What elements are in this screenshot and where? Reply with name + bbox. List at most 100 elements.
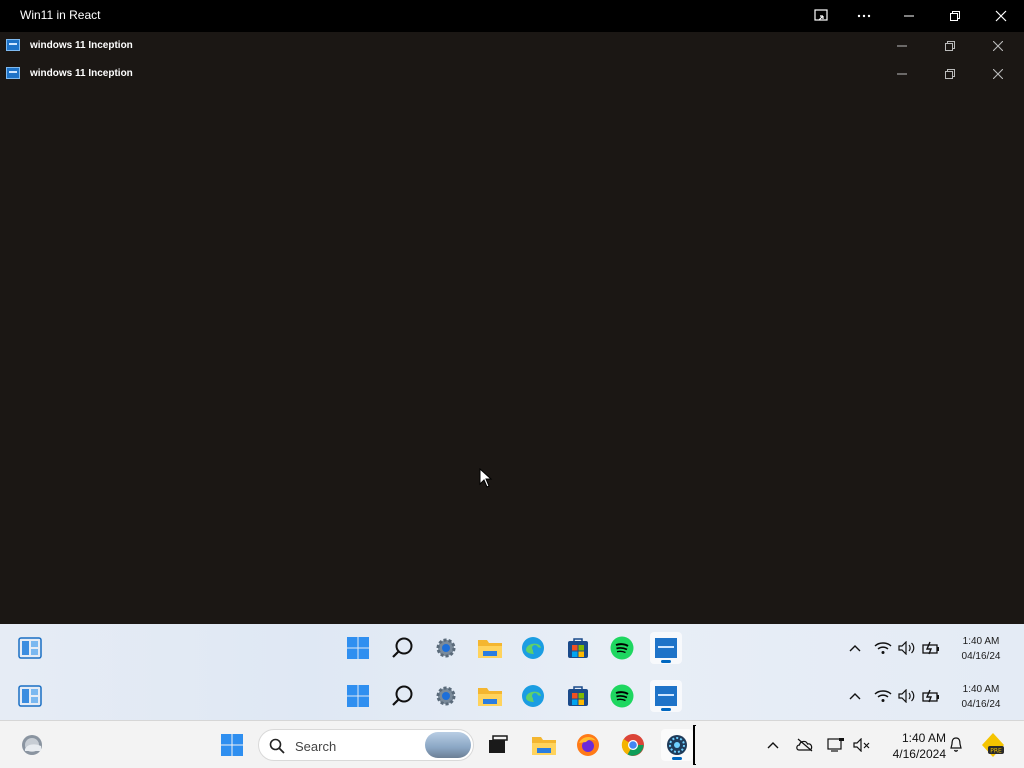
windows-start-icon — [347, 685, 369, 707]
settings-button[interactable] — [430, 680, 462, 712]
taskbar-search-box[interactable]: Search — [258, 729, 474, 761]
onedrive-button[interactable] — [795, 735, 815, 755]
close-button[interactable] — [978, 0, 1024, 32]
file-explorer-button[interactable] — [528, 729, 560, 761]
notifications-button[interactable] — [946, 735, 966, 755]
volume-button[interactable] — [897, 686, 917, 706]
restore-icon — [945, 69, 955, 79]
widgets-icon — [18, 637, 42, 659]
copilot-preview-button[interactable]: PRE — [980, 732, 1006, 758]
spotify-icon — [610, 684, 634, 708]
store-button[interactable] — [562, 632, 594, 664]
desktop-area[interactable] — [0, 88, 1024, 624]
weather-icon — [22, 735, 42, 755]
more-options-button[interactable] — [841, 0, 887, 32]
file-explorer-button[interactable] — [474, 680, 506, 712]
inner-clock[interactable]: 1:40 AM 04/16/24 — [951, 682, 1011, 712]
search-button[interactable] — [387, 632, 419, 664]
minimize-button[interactable] — [886, 0, 932, 32]
spotify-icon — [610, 636, 634, 660]
close-icon — [993, 69, 1003, 79]
inner-restore-button[interactable] — [930, 32, 970, 60]
widgets-button[interactable] — [14, 632, 46, 664]
edge-icon — [522, 685, 544, 707]
show-hidden-icons-button[interactable] — [845, 638, 865, 658]
settings-button[interactable] — [430, 632, 462, 664]
restore-icon — [945, 41, 955, 51]
restore-icon — [950, 11, 960, 21]
inner-minimize-button[interactable] — [882, 32, 922, 60]
widgets-button[interactable] — [14, 680, 46, 712]
wifi-button[interactable] — [873, 686, 893, 706]
edge-button[interactable] — [517, 632, 549, 664]
spotify-button[interactable] — [606, 632, 638, 664]
clock-date: 04/16/24 — [961, 699, 1001, 710]
file-explorer-button[interactable] — [474, 632, 506, 664]
clock-time: 1:40 AM — [962, 636, 1000, 647]
app-window-edge — [693, 725, 696, 765]
window-app-icon — [6, 67, 20, 79]
start-button[interactable] — [342, 632, 374, 664]
chevron-up-icon — [849, 645, 861, 652]
battery-charging-icon — [922, 641, 939, 655]
restore-button[interactable] — [932, 0, 978, 32]
inner-restore-button[interactable] — [930, 60, 970, 88]
cast-icon — [814, 9, 828, 21]
search-icon — [392, 685, 413, 706]
inner-window-titlebar[interactable]: windows 11 Inception — [0, 32, 1024, 60]
weather-widget-button[interactable] — [16, 729, 48, 761]
display-button[interactable] — [826, 735, 846, 755]
show-hidden-icons-button[interactable] — [845, 686, 865, 706]
spotify-button[interactable] — [606, 680, 638, 712]
cast-button[interactable] — [798, 0, 844, 32]
windows-start-icon — [347, 637, 369, 659]
sound-button[interactable] — [852, 735, 872, 755]
start-button[interactable] — [216, 729, 248, 761]
store-icon — [568, 638, 588, 658]
search-placeholder: Search — [295, 739, 337, 754]
app-title: Win11 in React — [20, 8, 101, 22]
windows11-app-button[interactable] — [650, 632, 682, 664]
battery-button[interactable] — [921, 638, 941, 658]
edge-button[interactable] — [517, 680, 549, 712]
show-hidden-icons-button[interactable] — [763, 735, 783, 755]
bell-icon — [950, 737, 962, 752]
inner-clock[interactable]: 1:40 AM 04/16/24 — [951, 634, 1011, 664]
chrome-icon — [621, 734, 644, 756]
inner-close-button[interactable] — [978, 32, 1018, 60]
window-app-icon — [6, 39, 20, 51]
vscode-app-button[interactable] — [661, 729, 693, 761]
windows-start-icon — [221, 734, 243, 756]
wifi-icon — [874, 690, 892, 702]
minimize-icon — [904, 15, 914, 17]
battery-button[interactable] — [921, 686, 941, 706]
inner-minimize-button[interactable] — [882, 60, 922, 88]
inner-close-button[interactable] — [978, 60, 1018, 88]
system-clock[interactable]: 1:40 AM 4/16/2024 — [880, 730, 946, 762]
chrome-button[interactable] — [617, 729, 649, 761]
battery-charging-icon — [922, 689, 939, 703]
search-button[interactable] — [387, 680, 419, 712]
folder-icon — [478, 688, 502, 706]
speaker-muted-icon — [853, 738, 870, 752]
svg-text:PRE: PRE — [990, 748, 1002, 755]
store-button[interactable] — [562, 680, 594, 712]
inner-taskbar: 1:40 AM 04/16/24 — [0, 672, 1024, 720]
clock-time: 1:40 AM — [901, 731, 946, 745]
wifi-button[interactable] — [873, 638, 893, 658]
firefox-button[interactable] — [572, 729, 604, 761]
inner-window-titlebar[interactable]: windows 11 Inception — [0, 60, 1024, 88]
start-button[interactable] — [342, 680, 374, 712]
monitor-icon — [827, 738, 844, 752]
store-icon — [568, 686, 588, 706]
windows11-app-button[interactable] — [650, 680, 682, 712]
folder-icon — [478, 640, 502, 658]
search-icon — [269, 738, 285, 754]
task-view-button[interactable] — [482, 729, 514, 761]
app-gear-icon — [667, 735, 687, 755]
volume-button[interactable] — [897, 638, 917, 658]
windows11-app-icon — [655, 638, 677, 658]
settings-icon — [436, 638, 456, 658]
copilot-preview-icon: PRE — [982, 733, 1004, 757]
cloud-offline-icon — [796, 738, 813, 752]
